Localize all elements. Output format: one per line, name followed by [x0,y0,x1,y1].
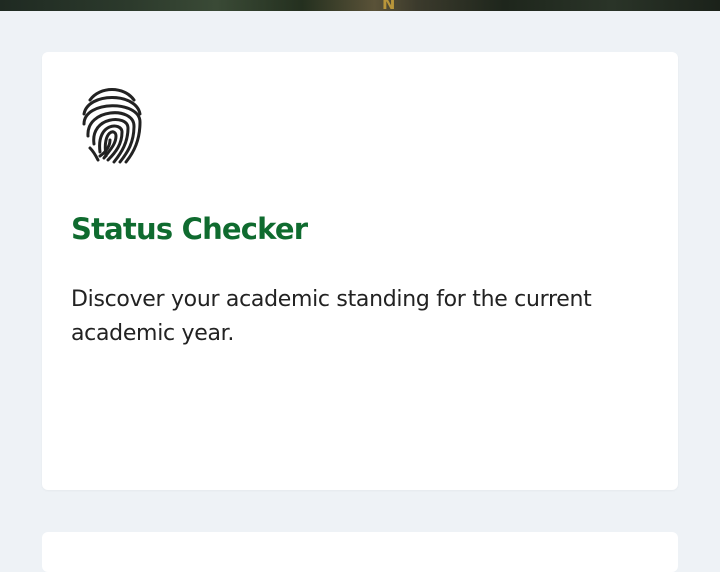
hero-image-decoration: N [382,0,396,11]
next-card[interactable] [42,532,678,572]
card-title[interactable]: Status Checker [71,212,308,246]
card-description: Discover your academic standing for the … [71,287,592,346]
hero-image-strip: N [0,0,720,11]
fingerprint-icon [82,88,142,164]
